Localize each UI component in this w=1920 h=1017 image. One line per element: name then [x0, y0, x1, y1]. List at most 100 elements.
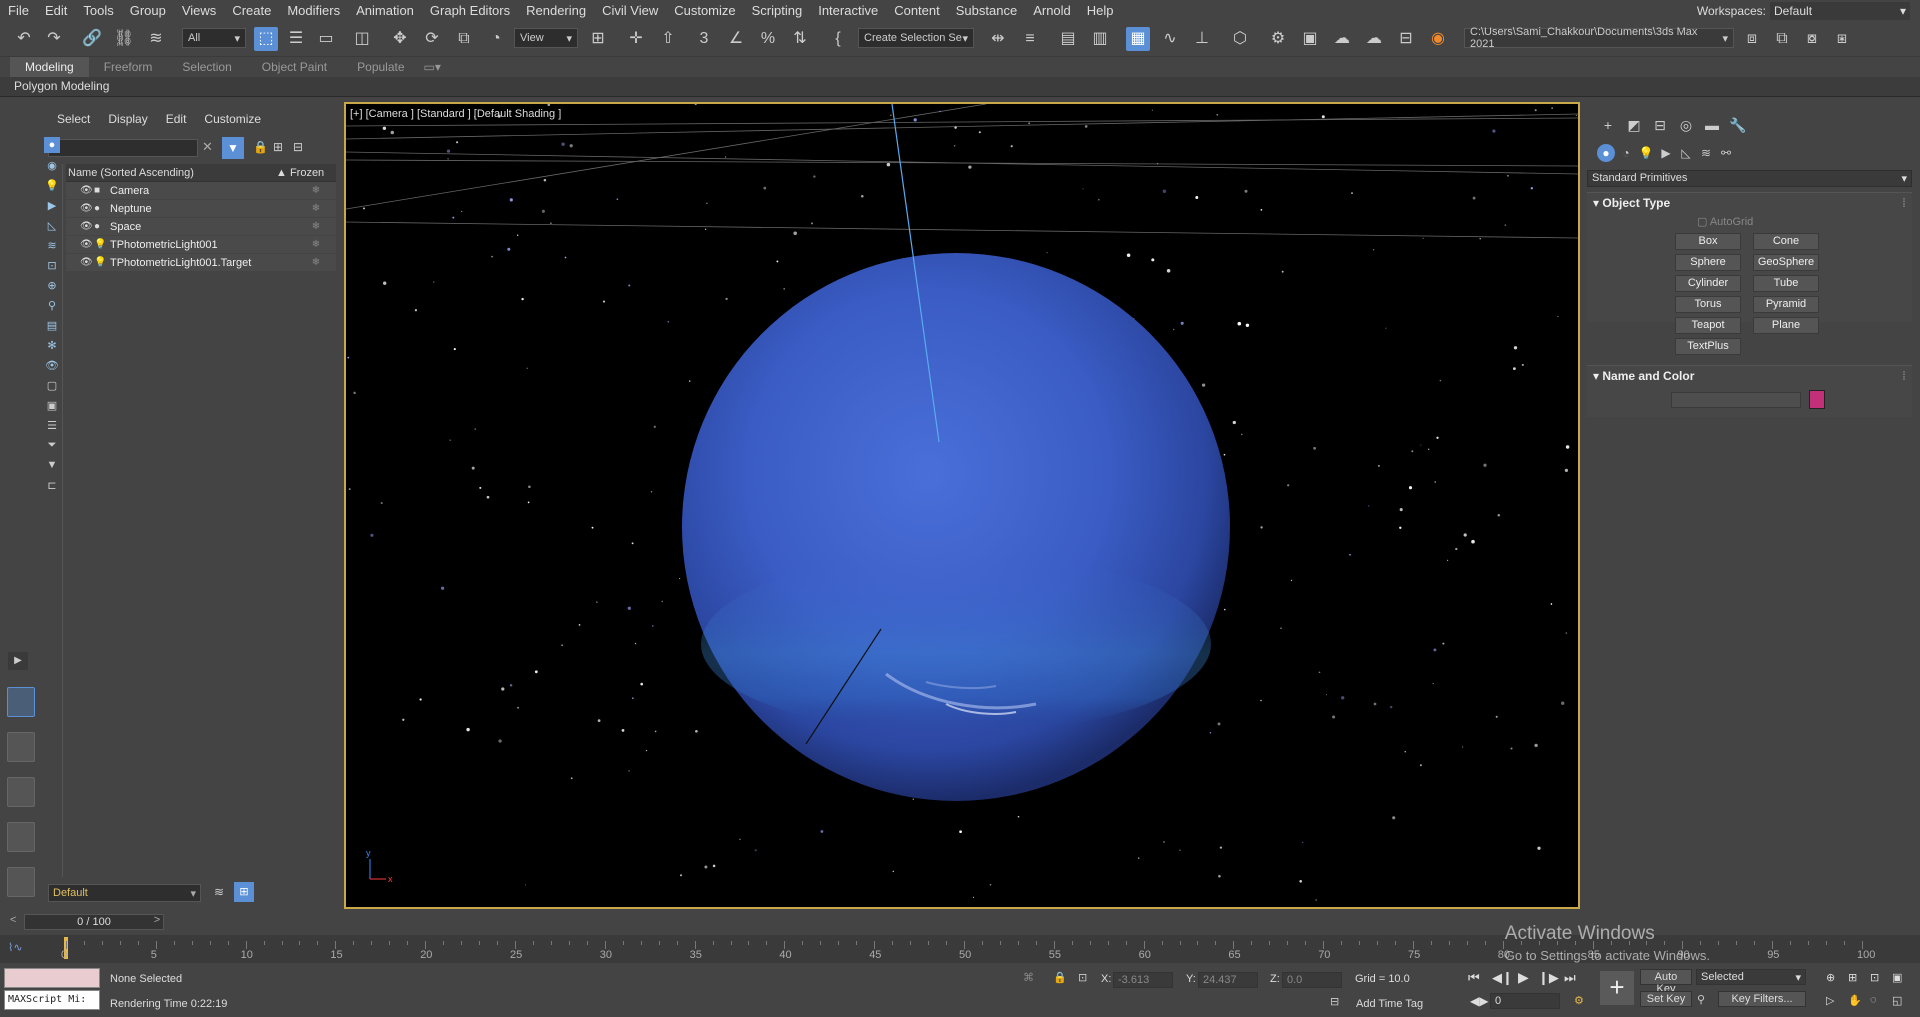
display-shapes-icon[interactable]: ◉: [44, 157, 60, 173]
lock-icon[interactable]: 🔒: [253, 140, 268, 154]
shapes-icon[interactable]: ◔: [1617, 144, 1635, 162]
snaps-toggle-icon[interactable]: 3: [692, 27, 716, 51]
key-set-dropdown[interactable]: Selected ▾: [1696, 969, 1806, 985]
render-setup-icon[interactable]: ⚙: [1266, 27, 1290, 51]
zoom-extents-all-icon[interactable]: ▣: [1892, 971, 1902, 984]
tab-object-paint[interactable]: Object Paint: [247, 57, 342, 77]
explorer-menu-select[interactable]: Select: [48, 112, 99, 126]
display-xrefs-icon[interactable]: ⊕: [44, 277, 60, 293]
undo-icon[interactable]: ↶: [12, 27, 36, 51]
column-name[interactable]: Name (Sorted Ascending): [66, 167, 276, 179]
select-rotate-icon[interactable]: ⟳: [420, 27, 444, 51]
menu-help[interactable]: Help: [1079, 0, 1122, 21]
explorer-menu-edit[interactable]: Edit: [157, 112, 196, 126]
display-lights-icon[interactable]: 💡: [44, 177, 60, 193]
explorer-menu-display[interactable]: Display: [99, 112, 156, 126]
select-place-icon[interactable]: ◔: [484, 27, 508, 51]
display-containers-icon[interactable]: ▤: [44, 317, 60, 333]
next-frame-icon[interactable]: ❙▶: [1538, 970, 1559, 986]
viewport-layout-1[interactable]: [7, 687, 35, 717]
maximize-viewport-icon[interactable]: ◱: [1892, 994, 1902, 1007]
modify-tab-icon[interactable]: ◩: [1623, 115, 1645, 135]
sphere-button[interactable]: Sphere: [1675, 254, 1741, 271]
percent-snap-icon[interactable]: %: [756, 27, 780, 51]
tab-modeling[interactable]: Modeling: [10, 57, 89, 77]
display-tab-icon[interactable]: ▬: [1701, 115, 1723, 135]
freeze-icon[interactable]: ❄: [296, 185, 336, 196]
viewport-layout-2[interactable]: [7, 732, 35, 762]
tag-icon[interactable]: ⊏: [44, 477, 60, 493]
edit-named-selection-icon[interactable]: {: [826, 27, 850, 51]
project-settings-icon[interactable]: ⧆: [1830, 27, 1854, 51]
camera-viewport[interactable]: [+] [Camera ] [Standard ] [Default Shadi…: [344, 102, 1580, 909]
box-button[interactable]: Box: [1675, 233, 1741, 250]
menu-edit[interactable]: Edit: [37, 0, 75, 21]
slider-prev-icon[interactable]: <: [10, 914, 16, 926]
open-autodesk-a360-icon[interactable]: ⊟: [1394, 27, 1418, 51]
list-item[interactable]: 👁 ● Neptune ❄: [66, 200, 336, 218]
tube-button[interactable]: Tube: [1753, 275, 1819, 292]
pivot-center-icon[interactable]: ⊞: [586, 27, 610, 51]
object-color-swatch[interactable]: [1809, 390, 1825, 409]
time-configuration-icon[interactable]: ⚙: [1574, 994, 1584, 1007]
filter-list-icon[interactable]: ☰: [44, 417, 60, 433]
explorer-search-input[interactable]: [48, 139, 198, 157]
name-color-header[interactable]: ▾ Name and Color ⁞: [1587, 366, 1912, 386]
absolute-mode-icon[interactable]: ⊡: [1078, 971, 1087, 984]
cameras-icon[interactable]: ▶: [1657, 144, 1675, 162]
viewport-layout-4[interactable]: [7, 822, 35, 852]
selection-filter-dropdown[interactable]: All ▾: [182, 28, 246, 48]
freeze-icon[interactable]: ❄: [296, 257, 336, 268]
zoom-all-icon[interactable]: ⊞: [1848, 971, 1857, 984]
display-helpers-icon[interactable]: ◺: [44, 217, 60, 233]
angle-snap-icon[interactable]: ∠: [724, 27, 748, 51]
freeze-icon[interactable]: ❄: [296, 221, 336, 232]
teapot-button[interactable]: Teapot: [1675, 317, 1741, 334]
play-icon[interactable]: ▶: [1518, 969, 1529, 986]
menu-customize[interactable]: Customize: [666, 0, 743, 21]
select-manipulate-icon[interactable]: ✛: [624, 27, 648, 51]
plane-button[interactable]: Plane: [1753, 317, 1819, 334]
isolate-icon[interactable]: ⌘: [1023, 971, 1034, 984]
create-tab-icon[interactable]: +: [1597, 115, 1619, 135]
current-frame-field[interactable]: 0: [1490, 993, 1560, 1009]
expand-arrow-icon[interactable]: ▶: [8, 652, 28, 670]
menu-civil-view[interactable]: Civil View: [594, 0, 666, 21]
explorer-menu-customize[interactable]: Customize: [195, 112, 270, 126]
list-item[interactable]: 👁 💡 TPhotometricLight001 ❄: [66, 236, 336, 254]
add-time-tag[interactable]: Add Time Tag: [1356, 998, 1423, 1010]
project-folder-icon[interactable]: ⧈: [1740, 27, 1764, 51]
display-cameras-icon[interactable]: ▶: [44, 197, 60, 213]
time-slider-handle[interactable]: 0 / 100: [24, 914, 164, 930]
geosphere-button[interactable]: GeoSphere: [1753, 254, 1819, 271]
spinner-snap-icon[interactable]: ⇅: [788, 27, 812, 51]
menu-content[interactable]: Content: [886, 0, 948, 21]
eye-icon[interactable]: 👁: [80, 203, 94, 214]
menu-file[interactable]: File: [0, 0, 37, 21]
filter-icon[interactable]: ▼: [222, 137, 244, 159]
textplus-button[interactable]: TextPlus: [1675, 338, 1741, 355]
systems-icon[interactable]: ⚯: [1717, 144, 1735, 162]
select-by-name-icon[interactable]: ☰: [284, 27, 308, 51]
set-key-big-icon[interactable]: +: [1600, 971, 1634, 1005]
space-warps-icon[interactable]: ≋: [1697, 144, 1715, 162]
list-item[interactable]: 👁 ● Space ❄: [66, 218, 336, 236]
tab-selection[interactable]: Selection: [167, 57, 246, 77]
menu-rendering[interactable]: Rendering: [518, 0, 594, 21]
polygon-modeling-label[interactable]: Polygon Modeling: [14, 79, 109, 93]
align-icon[interactable]: ≡: [1018, 27, 1042, 51]
viewport-layout-3[interactable]: [7, 777, 35, 807]
layer-icon[interactable]: ⊟: [293, 140, 303, 154]
category-dropdown[interactable]: Standard Primitives ▾: [1587, 170, 1912, 187]
viewport-label[interactable]: [+] [Camera ] [Standard ] [Default Shadi…: [350, 108, 561, 120]
menu-create[interactable]: Create: [224, 0, 279, 21]
tab-freeform[interactable]: Freeform: [89, 57, 168, 77]
geometry-icon[interactable]: ●: [1597, 144, 1615, 162]
toggle-layer-explorer-icon[interactable]: ▥: [1088, 27, 1112, 51]
select-move-icon[interactable]: ✥: [388, 27, 412, 51]
bind-space-warp-icon[interactable]: ≋: [144, 27, 168, 51]
project-path-dropdown[interactable]: C:\Users\Sami_Chakkour\Documents\3ds Max…: [1464, 26, 1734, 50]
toggle-scene-explorer-icon[interactable]: ▤: [1056, 27, 1080, 51]
funnel-icon[interactable]: ⏷: [44, 437, 60, 453]
display-none-icon[interactable]: ▢: [44, 377, 60, 393]
